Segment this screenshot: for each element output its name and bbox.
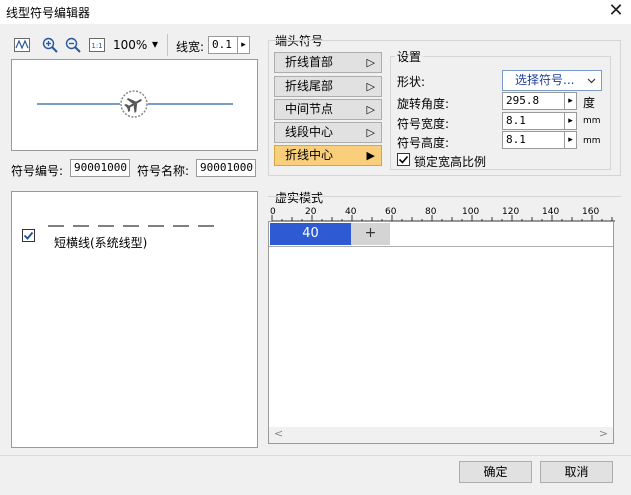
endpoint-polyline-end-button[interactable]: 折线尾部 ▷ [274,76,382,97]
shape-label: 形状: [397,75,426,89]
list-item-label[interactable]: 短横线(系统线型) [54,234,147,251]
scroll-right-icon[interactable]: > [599,427,608,440]
endpoint-polyline-start-button[interactable]: 折线首部 ▷ [274,52,382,73]
width-unit: mm [583,116,601,126]
ruler-label-100: 100 [462,207,480,217]
add-segment-button[interactable]: + [351,223,390,245]
horizontal-scrollbar[interactable]: < > [269,427,613,443]
cancel-button[interactable]: 取消 [540,461,613,483]
rotation-input[interactable]: 295.8 [502,92,565,110]
rotation-spin-button[interactable]: ▸ [564,92,577,110]
endpoint-polyline-center-button[interactable]: 折线中心 ▶ [274,145,382,166]
ruler-label-80: 80 [425,207,437,217]
height-label: 符号高度: [397,136,450,150]
scroll-left-icon[interactable]: < [274,427,283,440]
ruler-label-60: 60 [385,207,397,217]
linewidth-spin-button[interactable]: ▸ [237,36,250,54]
symbol-name-input[interactable]: 90001000 [196,159,256,177]
actual-size-icon[interactable]: 1:1 [87,36,107,54]
symbol-number-input[interactable]: 90001000 [70,159,130,177]
ruler-label-140: 140 [542,207,560,217]
height-unit: mm [583,136,601,146]
pattern-row-separator [269,246,613,247]
zoom-in-icon[interactable] [40,36,60,54]
zoom-dropdown-icon[interactable]: ▾ [152,37,158,51]
title-bar [0,0,631,24]
window-title: 线型符号编辑器 [6,6,91,20]
shape-select-value: 选择符号... [515,73,575,87]
ok-button[interactable]: 确定 [459,461,532,483]
dash-segment[interactable]: 40 [270,223,351,245]
symbol-number-label: 符号编号: [11,164,64,178]
pattern-ruler [270,206,615,222]
rotation-label: 旋转角度: [397,97,450,111]
list-item-checkbox[interactable] [22,229,35,242]
lock-ratio-checkbox[interactable] [397,153,410,166]
width-label: 符号宽度: [397,117,450,131]
preview-drawing [37,90,233,118]
linewidth-label: 线宽: [176,40,205,54]
endpoint-middle-node-button[interactable]: 中间节点 ▷ [274,99,382,120]
pattern-panel[interactable]: 40 + < > [268,221,614,444]
ruler-label-160: 160 [582,207,600,217]
endpoint-segment-center-button[interactable]: 线段中心 ▷ [274,122,382,143]
ruler-label-40: 40 [345,207,357,217]
pattern-group-line [268,196,621,197]
height-input[interactable]: 8.1 [502,131,565,149]
footer-divider [0,455,631,456]
line-layer-list[interactable]: 短横线(系统线型) [11,191,258,448]
dash-line-preview [48,225,218,227]
chevron-down-icon [587,78,596,84]
zoom-level[interactable]: 100% [113,38,147,52]
width-spin-button[interactable]: ▸ [564,112,577,130]
toolbar-divider [167,34,168,56]
symbol-preview [11,59,258,151]
zoom-out-icon[interactable] [63,36,83,54]
linewidth-input[interactable]: 0.1 [208,36,238,54]
lock-ratio-label[interactable]: 锁定宽高比例 [414,153,486,170]
ruler-label-120: 120 [502,207,520,217]
svg-text:1:1: 1:1 [91,42,102,50]
settings-group-label: 设置 [395,48,424,65]
line-style-icon[interactable] [12,36,32,54]
height-spin-button[interactable]: ▸ [564,131,577,149]
ruler-label-20: 20 [305,207,317,217]
symbol-name-label: 符号名称: [137,164,190,178]
pattern-group-label: 虚实模式 [275,191,324,205]
rotation-unit: 度 [583,96,596,110]
shape-select[interactable]: 选择符号... [502,70,602,91]
ruler-label-0: 0 [270,207,276,217]
width-input[interactable]: 8.1 [502,112,565,130]
close-button[interactable]: ✕ [604,0,628,24]
